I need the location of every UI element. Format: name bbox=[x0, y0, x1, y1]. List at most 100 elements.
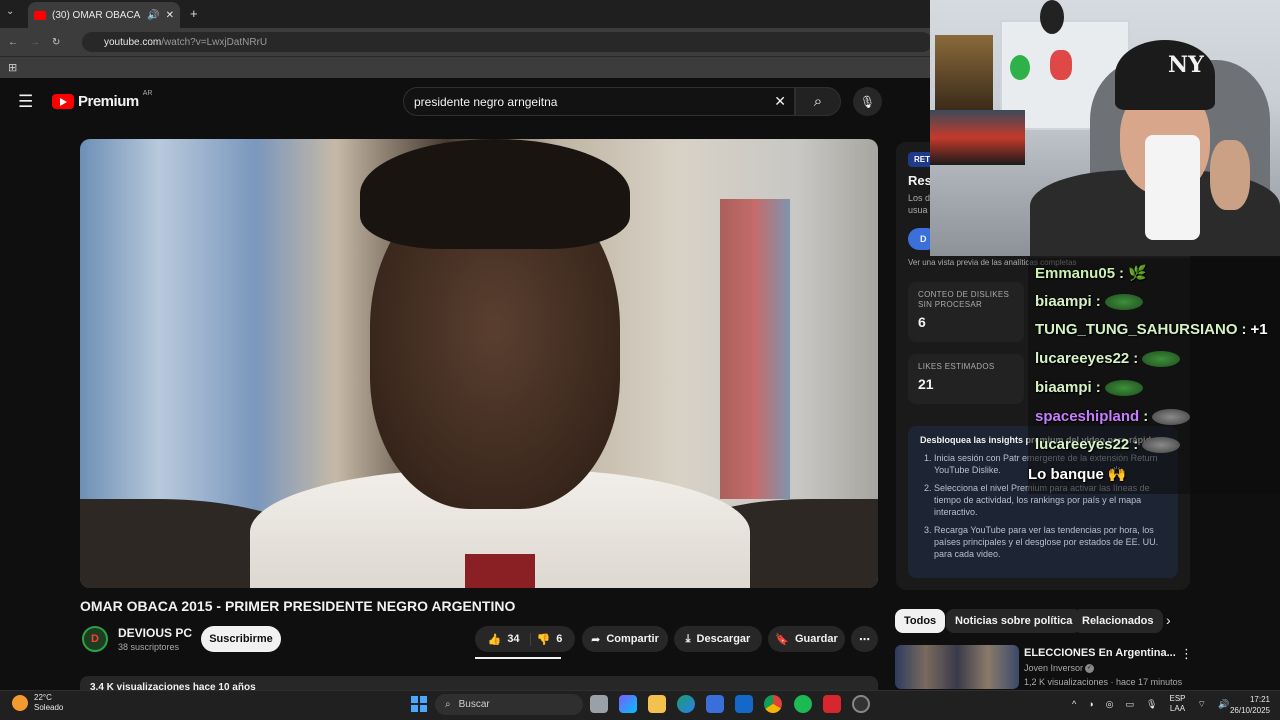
drink-cup bbox=[1145, 135, 1200, 240]
share-icon: ➦ bbox=[591, 633, 601, 646]
download-label: Descargar bbox=[696, 633, 751, 645]
tray-app-icon[interactable]: ▭ bbox=[1126, 699, 1135, 710]
speaker-icon[interactable]: 🔊 bbox=[147, 10, 159, 21]
file-explorer-icon[interactable] bbox=[648, 695, 666, 713]
chip-all[interactable]: Todos bbox=[895, 609, 946, 633]
download-button[interactable]: ⤓ Descargar bbox=[674, 626, 762, 652]
chat-text: +1 bbox=[1250, 321, 1268, 338]
edge-icon[interactable] bbox=[677, 695, 695, 713]
like-dislike-group: 👍 34 👎 6 bbox=[475, 626, 575, 652]
taskbar-search-placeholder: Buscar bbox=[458, 699, 490, 710]
monitor bbox=[930, 110, 1025, 165]
chat-message: TUNG_TUNG_SAHURSIANO : +1 bbox=[1035, 321, 1268, 338]
raw-dislikes-card: CONTEO DE DISLIKES SIN PROCESAR 6 bbox=[908, 282, 1024, 342]
chip-related[interactable]: Relacionados bbox=[1073, 609, 1163, 633]
address-path: /watch?v=LwxjDatNRrU bbox=[161, 36, 268, 48]
tray-app-icon[interactable]: ◑ bbox=[1088, 699, 1093, 709]
tray-chevron-icon[interactable]: ^ bbox=[1072, 699, 1076, 709]
store-icon[interactable] bbox=[706, 695, 724, 713]
more-actions-button[interactable]: ⋯ bbox=[851, 626, 878, 652]
tray-mic-icon[interactable]: 🎙 bbox=[1146, 699, 1157, 710]
browser-tab[interactable]: (30) OMAR OBACA 2015 - P 🔊 ✕ bbox=[28, 2, 180, 28]
outlook-icon[interactable] bbox=[735, 695, 753, 713]
language-indicator[interactable]: ESP LAA bbox=[1169, 694, 1185, 714]
address-bar[interactable]: youtube.com/watch?v=LwxjDatNRrU bbox=[82, 32, 932, 52]
back-icon[interactable]: ← bbox=[8, 37, 18, 48]
related-more-icon[interactable]: ⋮ bbox=[1180, 646, 1193, 662]
spotify-icon[interactable] bbox=[794, 695, 812, 713]
wifi-icon[interactable]: ⌔ bbox=[1198, 699, 1206, 710]
weather-widget[interactable]: 22°C Soleado bbox=[12, 693, 63, 713]
chat-message: lucareeyes22 : bbox=[1035, 350, 1181, 367]
related-meta: 1,2 K visualizaciones · hace 17 minutos bbox=[1024, 677, 1183, 687]
chip-politics[interactable]: Noticias sobre política bbox=[946, 609, 1082, 633]
like-ratio-bar bbox=[475, 657, 561, 659]
chat-message: biaampi : bbox=[1035, 379, 1143, 396]
obs-icon[interactable] bbox=[852, 695, 870, 713]
subscriber-count: 38 suscriptores bbox=[118, 642, 180, 652]
chat-message: spaceshipland : bbox=[1035, 408, 1191, 425]
save-button[interactable]: 🔖 Guardar bbox=[768, 626, 845, 652]
copilot-icon[interactable] bbox=[619, 695, 637, 713]
bookmark-icon: 🔖 bbox=[775, 633, 789, 646]
related-channel[interactable]: Joven Inversor bbox=[1024, 663, 1083, 673]
chat-user: lucareeyes22 bbox=[1035, 350, 1130, 367]
tray-app-icon[interactable]: ◎ bbox=[1106, 699, 1114, 710]
channel-name[interactable]: DEVIOUS PC bbox=[118, 626, 192, 640]
related-title[interactable]: ELECCIONES En Argentina... bbox=[1024, 647, 1176, 659]
voice-search-button[interactable]: 🎙 bbox=[853, 87, 882, 116]
start-button[interactable] bbox=[411, 696, 427, 712]
dislike-button[interactable]: 👎 6 bbox=[537, 633, 563, 646]
forward-icon[interactable]: → bbox=[30, 37, 40, 48]
clock[interactable]: 17:21 26/10/2025 bbox=[1222, 694, 1270, 716]
apps-grid-icon[interactable]: ⊞ bbox=[8, 61, 17, 74]
raw-dislikes-label: CONTEO DE DISLIKES SIN PROCESAR bbox=[918, 290, 1010, 309]
subscribe-button[interactable]: Suscribirme bbox=[201, 626, 281, 652]
chrome-icon[interactable] bbox=[764, 695, 782, 713]
toy-figure bbox=[1040, 0, 1064, 34]
taskbar-search[interactable]: ⌕ Buscar bbox=[435, 694, 583, 715]
task-view-icon[interactable] bbox=[590, 695, 608, 713]
search-input[interactable]: presidente negro arngeitna ✕ bbox=[403, 87, 795, 116]
tab-list-chevron-icon[interactable]: ⌄ bbox=[6, 6, 14, 17]
download-icon: ⤓ bbox=[685, 632, 691, 645]
address-host: youtube.com bbox=[104, 36, 162, 48]
verified-icon: ✓ bbox=[1085, 664, 1094, 673]
chips-next-icon[interactable]: › bbox=[1166, 612, 1171, 628]
logo-word: Premium bbox=[78, 93, 139, 110]
chat-user: biaampi bbox=[1035, 293, 1092, 310]
share-button[interactable]: ➦ Compartir bbox=[582, 626, 668, 652]
related-thumbnail[interactable] bbox=[895, 645, 1019, 689]
video-player[interactable] bbox=[80, 139, 878, 588]
channel-avatar[interactable]: D bbox=[82, 626, 108, 652]
youtube-logo[interactable]: Premium AR bbox=[52, 90, 152, 110]
thumbs-up-icon: 👍 bbox=[487, 633, 502, 646]
estimated-likes-card: LIKES ESTIMADOS 21 bbox=[908, 354, 1024, 404]
weather-text: Soleado bbox=[34, 703, 64, 712]
new-tab-icon[interactable]: + bbox=[190, 6, 198, 21]
toy-figure bbox=[1050, 50, 1072, 80]
reload-icon[interactable]: ↻ bbox=[52, 37, 60, 48]
emote-icon bbox=[1104, 293, 1143, 310]
chat-user: Emmanu05 bbox=[1035, 264, 1116, 282]
save-label: Guardar bbox=[794, 633, 838, 645]
lang-primary: ESP bbox=[1169, 694, 1186, 703]
menu-icon[interactable]: ☰ bbox=[18, 92, 33, 112]
hair bbox=[360, 139, 630, 249]
clear-search-icon[interactable]: ✕ bbox=[774, 93, 786, 110]
clock-time: 17:21 bbox=[1249, 695, 1270, 704]
tab-title: (30) OMAR OBACA 2015 - P bbox=[52, 9, 141, 21]
more-icon: ⋯ bbox=[859, 633, 870, 646]
poster bbox=[935, 35, 993, 111]
emote-icon bbox=[1142, 436, 1181, 453]
tab-close-icon[interactable]: ✕ bbox=[166, 10, 174, 21]
emote-icon bbox=[1104, 379, 1143, 396]
search-button[interactable]: ⌕ bbox=[795, 87, 841, 116]
leaf-emote-icon: 🌿 bbox=[1128, 265, 1147, 282]
insight-item: Recarga YouTube para ver las tendencias … bbox=[934, 524, 1166, 560]
like-button[interactable]: 👍 34 bbox=[487, 632, 531, 646]
app-icon[interactable] bbox=[823, 695, 841, 713]
search-icon: ⌕ bbox=[445, 699, 451, 710]
search-icon: ⌕ bbox=[813, 93, 823, 110]
ryd-title: Res bbox=[908, 173, 932, 188]
